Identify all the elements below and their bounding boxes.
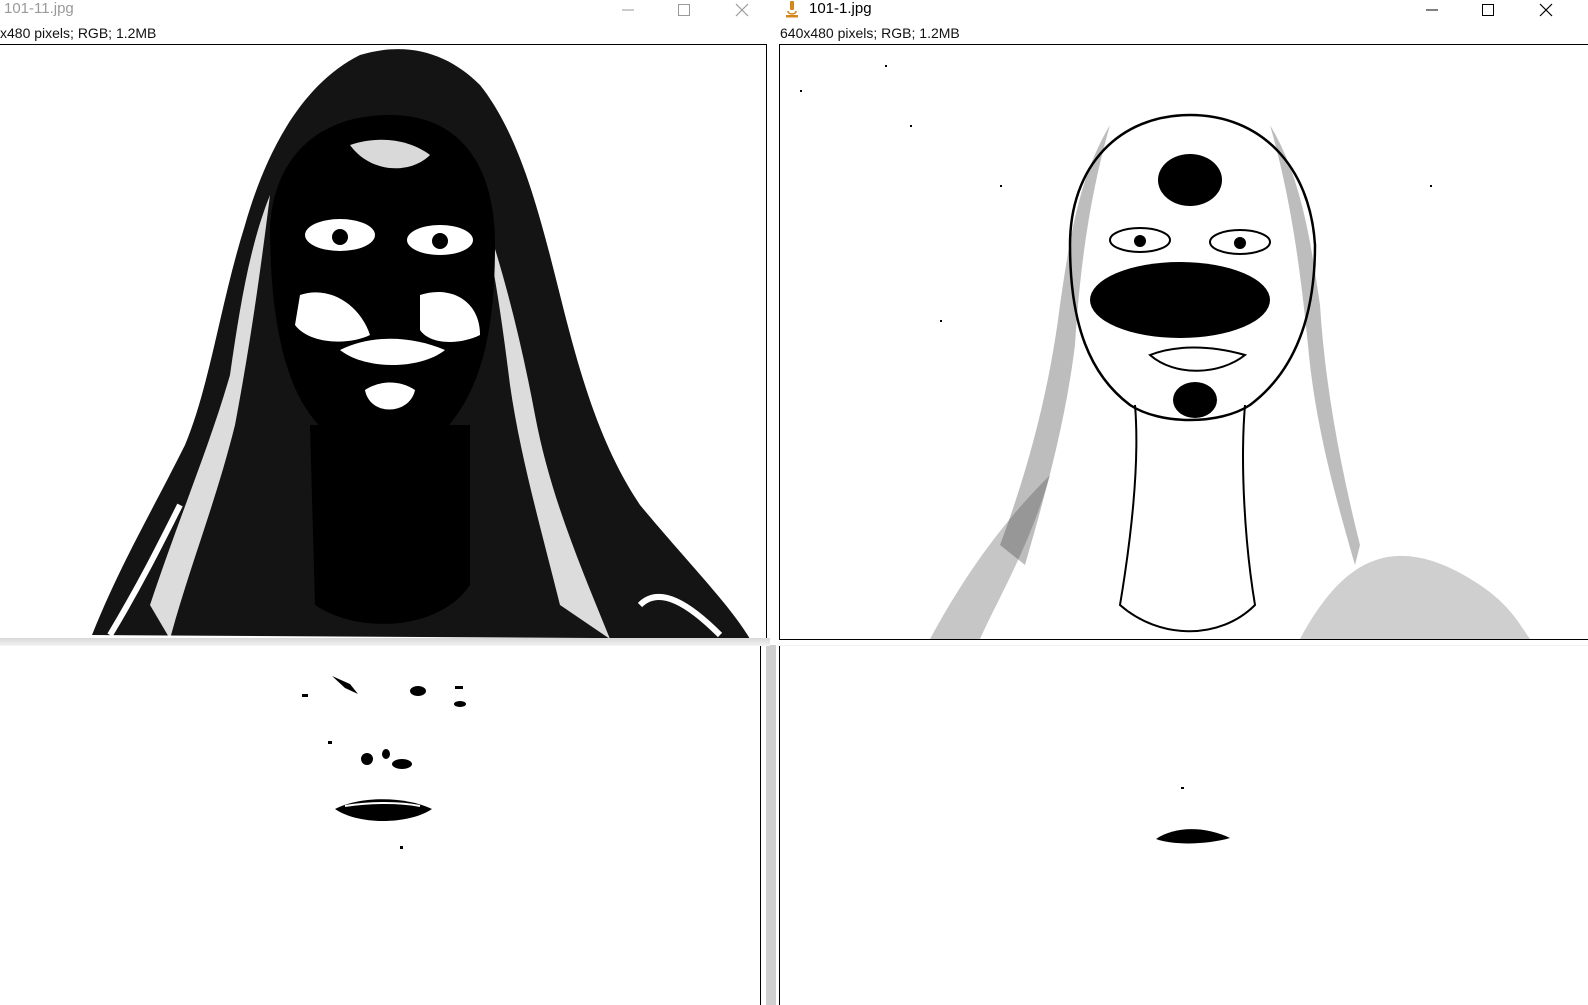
close-icon (735, 3, 749, 17)
image-info-left: x480 pixels; RGB; 1.2MB (0, 25, 157, 41)
image-window-left[interactable]: 101-11.jpg x480 pixels; RGB; 1.2MB (0, 0, 770, 645)
window-shadow-left (0, 638, 770, 646)
window-title-left: 101-11.jpg (4, 0, 74, 17)
title-bar-left[interactable]: 101-11.jpg (0, 0, 770, 20)
window-title-right: 101-1.jpg (809, 0, 872, 17)
title-bar-right[interactable]: 101-1.jpg (776, 0, 1588, 20)
maximize-icon (678, 4, 690, 16)
maximize-icon (1482, 4, 1494, 16)
window-separator (766, 645, 776, 1005)
minimize-icon (1426, 9, 1438, 11)
mask-canvas-right[interactable] (779, 646, 1588, 1005)
image-canvas-right[interactable] (779, 44, 1588, 640)
microscope-icon (786, 1, 798, 18)
feature-mask-image-right (780, 646, 1588, 1005)
image-window-right[interactable]: 101-1.jpg 640x480 pixels; RGB; 1.2MB (776, 0, 1588, 645)
feature-mask-image-left (0, 646, 760, 1005)
close-button-left[interactable] (720, 0, 764, 20)
maximize-button-left[interactable] (662, 0, 706, 20)
close-icon (1539, 3, 1553, 17)
close-button-right[interactable] (1524, 0, 1568, 20)
minimize-icon (622, 9, 634, 11)
mask-canvas-left[interactable] (0, 646, 761, 1005)
minimize-button-right[interactable] (1410, 0, 1454, 20)
minimize-button-left[interactable] (606, 0, 650, 20)
maximize-button-right[interactable] (1466, 0, 1510, 20)
image-info-right: 640x480 pixels; RGB; 1.2MB (780, 25, 960, 41)
thresholded-face-image-left (0, 45, 766, 639)
image-canvas-left[interactable] (0, 44, 767, 640)
thresholded-face-image-right (780, 45, 1588, 639)
